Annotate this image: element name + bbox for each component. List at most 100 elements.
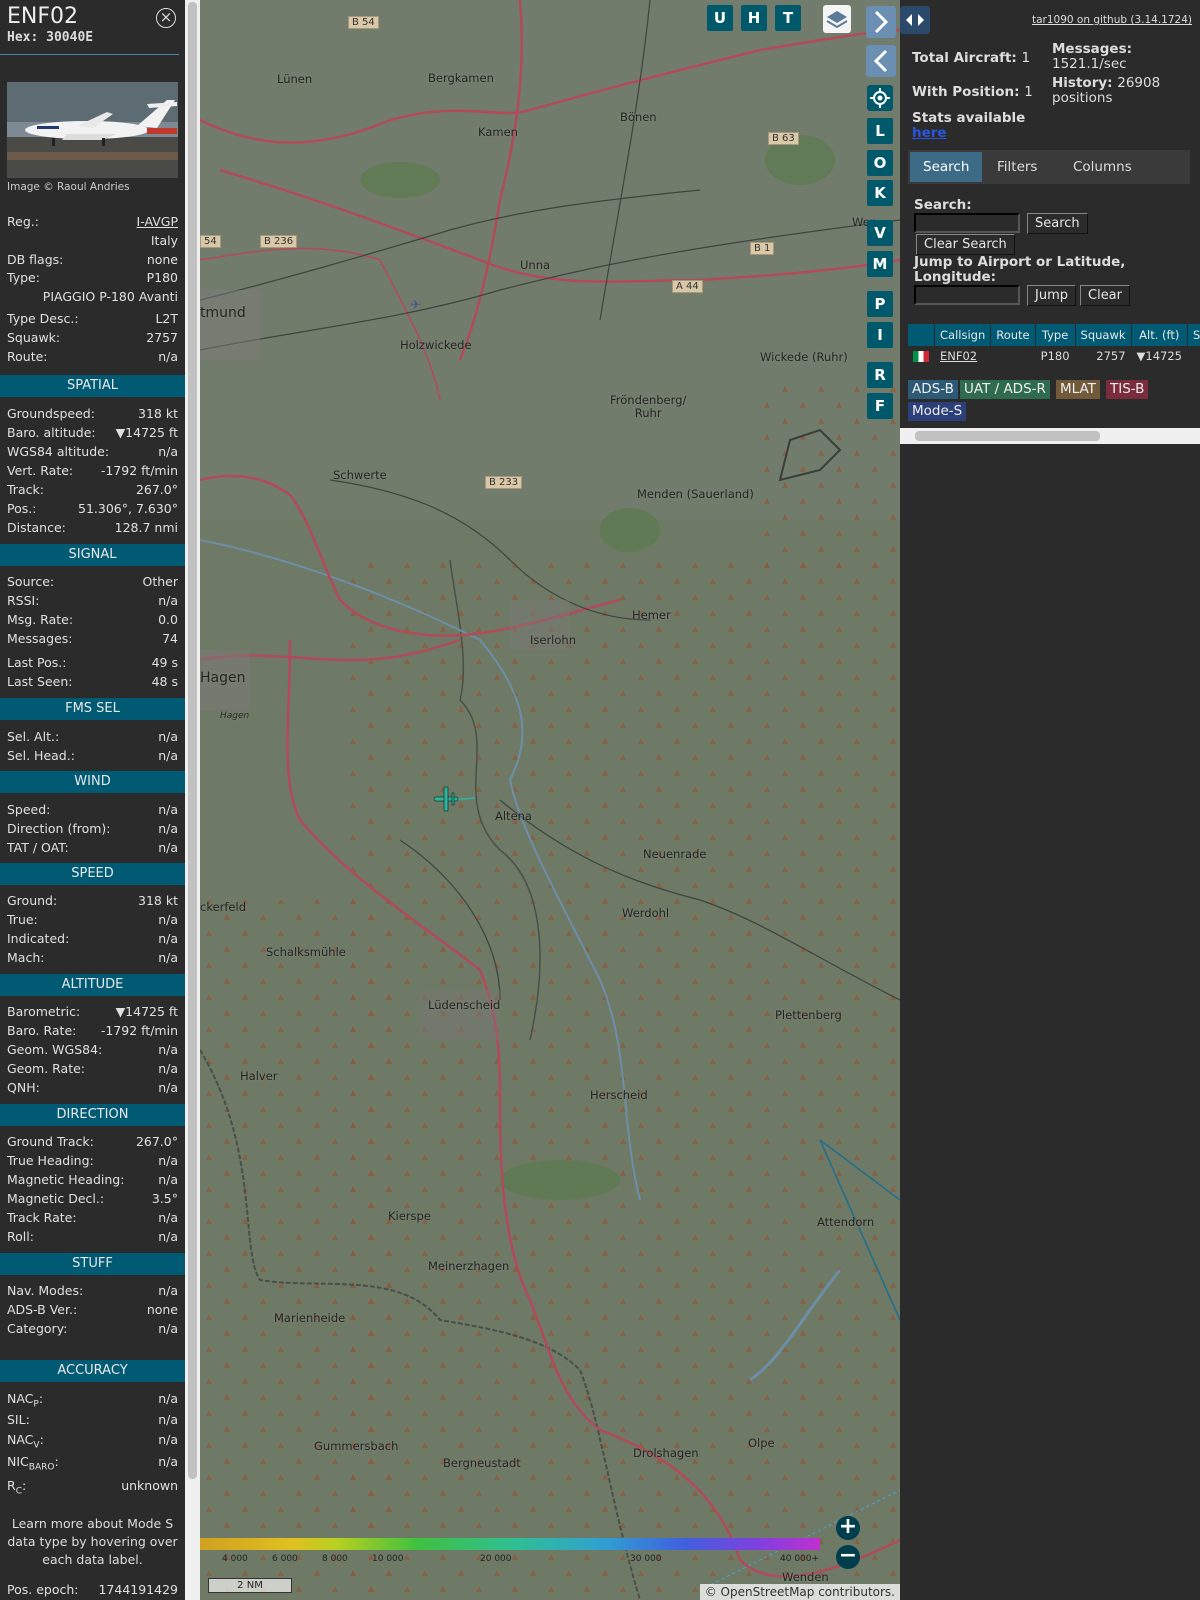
nic-label: NICBARO: <box>7 1454 59 1473</box>
map-button-p[interactable]: P <box>867 291 893 317</box>
info-row: Roll: n/a <box>7 1227 178 1246</box>
map-button-l[interactable]: L <box>867 118 893 144</box>
section-stuff: STUFF <box>0 1253 185 1275</box>
expand-collapse-icon[interactable] <box>900 6 930 34</box>
tab-filters[interactable]: Filters <box>984 152 1051 182</box>
info-label: Sel. Head.: <box>7 748 75 763</box>
layers-icon[interactable] <box>823 5 851 33</box>
info-label: Magnetic Heading: <box>7 1172 125 1187</box>
info-label: Messages: <box>7 631 73 646</box>
github-link[interactable]: tar1090 on github (3.14.1724) <box>1032 14 1192 26</box>
right-sidebar: tar1090 on github (3.14.1724) Total Airc… <box>900 0 1200 1600</box>
info-value: n/a <box>158 1172 178 1187</box>
map-button-t[interactable]: T <box>775 5 801 31</box>
map-button-r[interactable]: R <box>867 362 893 388</box>
stats-link[interactable]: here <box>912 125 947 141</box>
place-label: Wenden <box>782 1570 829 1584</box>
col-header[interactable]: Callsign <box>934 324 992 346</box>
map-attribution[interactable]: © OpenStreetMap contributors. <box>699 1584 900 1600</box>
clear-button[interactable]: Clear <box>1080 285 1130 306</box>
info-label: Groundspeed: <box>7 406 95 421</box>
map-button-m[interactable]: M <box>867 251 893 277</box>
map-button-f[interactable]: F <box>867 393 893 419</box>
row-route <box>990 346 1036 366</box>
nacv-value: n/a <box>158 1432 178 1447</box>
info-label: Vert. Rate: <box>7 463 74 478</box>
info-value: n/a <box>158 840 178 855</box>
jump-input[interactable] <box>914 285 1020 305</box>
place-label: Hemer <box>632 608 671 622</box>
map-view[interactable]: Lünen Bergkamen Kamen Bönen Unna tmund H… <box>200 0 900 1600</box>
route-row: Route: n/a <box>7 347 178 366</box>
info-label: Last Seen: <box>7 674 73 689</box>
col-header[interactable]: Spd <box>1187 324 1200 346</box>
table-row[interactable]: ENF02 P180 2757 ▼14725 <box>908 346 1200 366</box>
map-button-k[interactable]: K <box>867 180 893 206</box>
info-value: 267.0° <box>135 482 178 497</box>
close-icon[interactable]: × <box>156 8 176 28</box>
table-horizontal-scrollbar[interactable] <box>900 428 1200 444</box>
airport-icon[interactable]: ✈ <box>410 298 421 313</box>
section-direction: DIRECTION <box>0 1104 185 1126</box>
section-speed: SPEED <box>0 863 185 885</box>
altitude-tick: 6 000 <box>272 1554 298 1564</box>
aircraft-photo[interactable] <box>7 82 178 178</box>
col-header[interactable]: Route <box>990 324 1036 346</box>
col-header[interactable]: Alt. (ft) <box>1131 324 1188 346</box>
info-value: n/a <box>158 1061 178 1076</box>
settings-gear-icon[interactable] <box>867 85 893 111</box>
col-header[interactable] <box>908 324 935 346</box>
zoom-out-icon[interactable]: − <box>836 1545 860 1569</box>
info-row: Speed: n/a <box>7 800 178 819</box>
info-value: 267.0° <box>135 1134 178 1149</box>
info-row: WGS84 altitude: n/a <box>7 442 178 461</box>
tab-columns[interactable]: Columns <box>1060 152 1145 182</box>
search-button[interactable]: Search <box>1027 213 1088 234</box>
aircraft-marker-icon[interactable] <box>431 784 461 814</box>
zoom-in-icon[interactable]: + <box>836 1516 860 1540</box>
dbflags-row: DB flags: none <box>7 250 178 269</box>
sil-label: SIL: <box>7 1412 30 1427</box>
info-row: True Heading: n/a <box>7 1151 178 1170</box>
road-label: B 236 <box>260 235 298 248</box>
info-label: Ground Track: <box>7 1134 94 1149</box>
info-label: Baro. Rate: <box>7 1023 77 1038</box>
info-row: Indicated: n/a <box>7 929 178 948</box>
col-header[interactable]: Squawk <box>1075 324 1132 346</box>
place-label: Kamen <box>478 125 518 139</box>
legend-uat: UAT / ADS-R <box>960 380 1050 399</box>
expand-sidebar-icon[interactable] <box>866 45 896 77</box>
row-callsign[interactable]: ENF02 <box>934 346 992 366</box>
scroll-thumb[interactable] <box>915 431 1100 441</box>
tab-search[interactable]: Search <box>910 152 983 182</box>
sil-row: SIL: n/a <box>7 1410 178 1429</box>
map-button-u[interactable]: U <box>707 5 733 31</box>
map-button-v[interactable]: V <box>867 220 893 246</box>
info-label: Geom. Rate: <box>7 1061 86 1076</box>
section-altitude: ALTITUDE <box>0 974 185 996</box>
jump-button[interactable]: Jump <box>1027 285 1076 306</box>
info-value: n/a <box>158 593 178 608</box>
info-row: Groundspeed: 318 kt <box>7 404 178 423</box>
flag-icon <box>908 346 935 366</box>
country-row: Italy <box>7 231 178 250</box>
rc-row: RC: unknown <box>7 1476 178 1497</box>
info-header: ENF02 Hex: 30040E × <box>0 0 179 55</box>
country-value: Italy <box>150 233 178 248</box>
clear-search-button[interactable]: Clear Search <box>916 234 1015 255</box>
info-value: 74 <box>162 631 178 646</box>
map-button-o[interactable]: O <box>867 150 893 176</box>
typedesc-row: Type Desc.: L2T <box>7 309 178 328</box>
search-input[interactable] <box>914 213 1020 233</box>
collapse-sidebar-icon[interactable] <box>866 6 896 38</box>
place-label: Drolshagen <box>633 1446 699 1460</box>
info-label: Track: <box>7 482 44 497</box>
info-label: RSSI: <box>7 593 40 608</box>
col-header[interactable]: Type <box>1035 324 1076 346</box>
info-row: Barometric: ▼14725 ft <box>7 1002 178 1021</box>
info-panel-scroll-thumb[interactable] <box>188 2 197 1479</box>
type-full-value: PIAGGIO P-180 Avanti <box>42 289 178 304</box>
map-button-i[interactable]: I <box>867 322 893 348</box>
reg-link[interactable]: I-AVGP <box>137 212 178 231</box>
map-button-h[interactable]: H <box>741 5 767 31</box>
